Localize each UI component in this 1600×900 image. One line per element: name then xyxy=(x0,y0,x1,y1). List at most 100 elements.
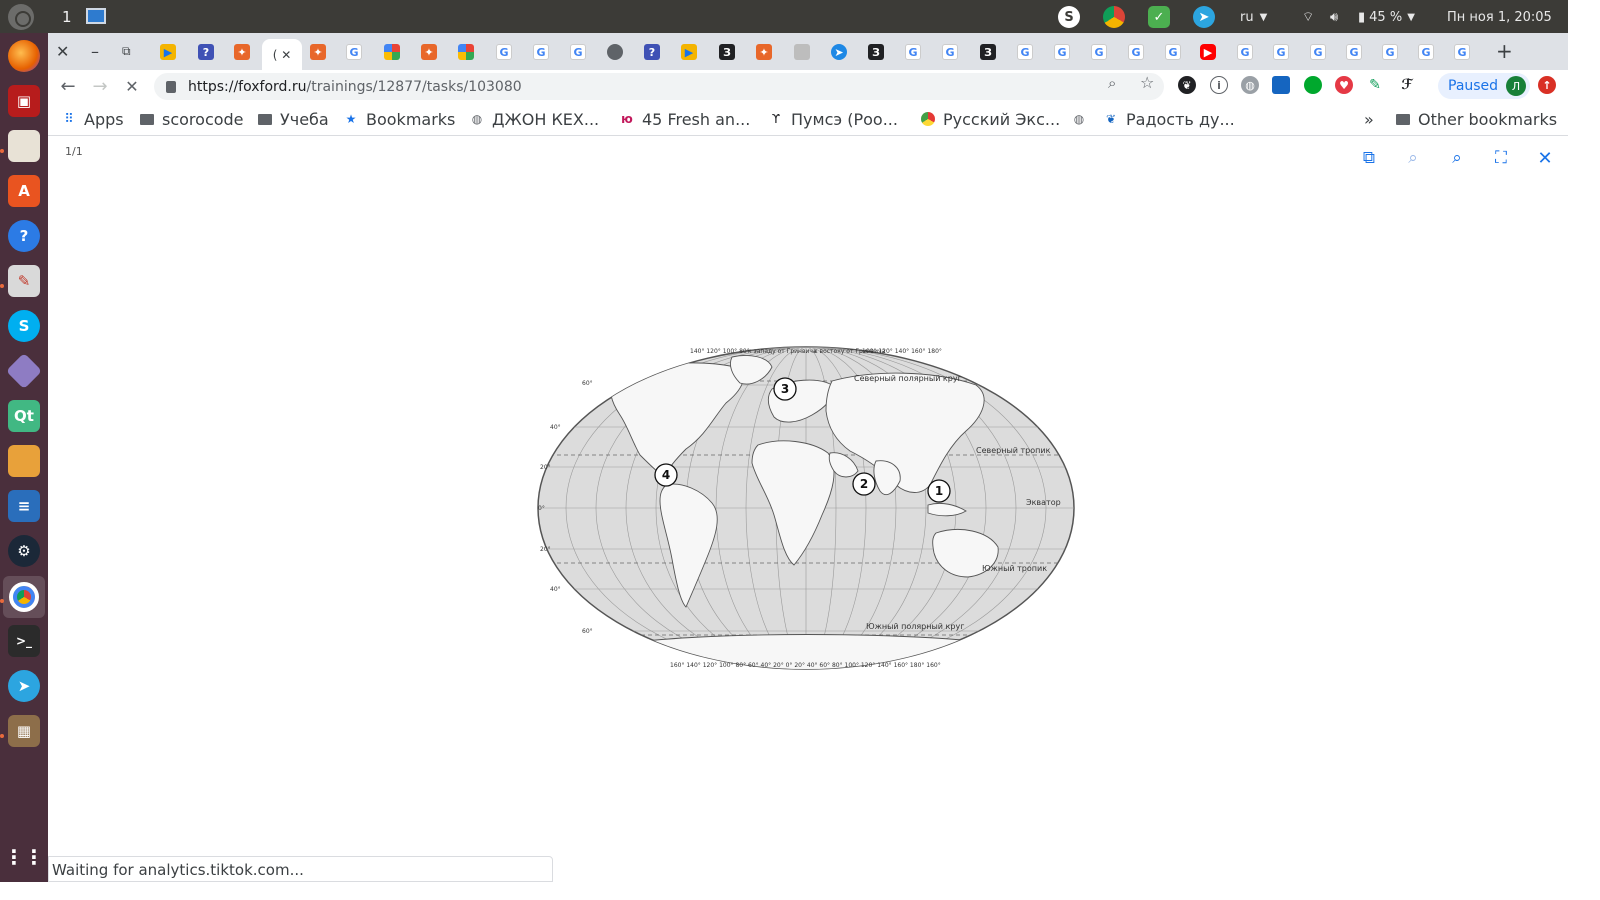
chrome-launcher-icon[interactable] xyxy=(3,576,45,618)
steam-icon[interactable]: ⚙ xyxy=(8,535,40,567)
tab[interactable]: G xyxy=(1011,39,1039,65)
tab[interactable]: ✦ xyxy=(415,39,443,65)
tab[interactable]: G xyxy=(1376,39,1404,65)
tab[interactable]: ? xyxy=(192,39,220,65)
tab[interactable]: G xyxy=(490,39,518,65)
zoom-magnifier-icon[interactable]: ⌕ xyxy=(1108,74,1116,92)
files-icon[interactable] xyxy=(8,130,40,162)
telegram-icon[interactable]: ➤ xyxy=(8,670,40,702)
tab[interactable] xyxy=(601,39,629,65)
tab[interactable]: G xyxy=(936,39,964,65)
clock[interactable]: Пн ноя 1, 20:05 xyxy=(1447,6,1552,28)
tab[interactable]: G xyxy=(1340,39,1368,65)
tab[interactable] xyxy=(378,39,406,65)
tab[interactable]: G xyxy=(1448,39,1476,65)
tab[interactable] xyxy=(452,39,480,65)
tab[interactable]: ✦ xyxy=(304,39,332,65)
close-icon[interactable]: ✕ xyxy=(1534,147,1556,169)
terminal-icon[interactable]: >_ xyxy=(8,625,40,657)
bookmark-link[interactable]: ❦ Радость ду... xyxy=(1104,109,1235,129)
close-window-icon[interactable]: ✕ xyxy=(56,42,69,61)
skype-tray-icon[interactable]: S xyxy=(1058,6,1080,28)
tab[interactable]: G xyxy=(1159,39,1187,65)
telegram-tray-icon[interactable]: ➤ xyxy=(1193,6,1215,28)
bookmark-other-folder[interactable]: Other bookmarks xyxy=(1396,109,1557,129)
address-bar[interactable]: https://foxford.ru/trainings/12877/tasks… xyxy=(154,73,1164,100)
tab[interactable]: G xyxy=(1231,39,1259,65)
bookmark-star-icon[interactable]: ☆ xyxy=(1140,73,1154,92)
restore-window-icon[interactable]: ⧉ xyxy=(122,44,131,59)
tab[interactable]: G xyxy=(527,39,555,65)
update-icon[interactable]: ↑ xyxy=(1538,76,1556,94)
tab[interactable]: ▶ xyxy=(675,39,703,65)
extension-icon[interactable]: ❦ xyxy=(1178,76,1196,94)
volume-icon[interactable]: 🔊︎ xyxy=(1330,6,1338,28)
workspace-icon[interactable] xyxy=(86,8,106,24)
bookmark-link[interactable]: ◍ xyxy=(1072,109,1094,129)
zoom-out-icon[interactable]: ⌕ xyxy=(1402,147,1424,169)
forward-button[interactable]: → xyxy=(88,74,112,98)
battery-indicator[interactable]: ▮ 45 % ▼ xyxy=(1358,6,1415,28)
globe-extension-icon[interactable]: ◍ xyxy=(1241,76,1259,94)
tab[interactable]: G xyxy=(1048,39,1076,65)
firefox-icon[interactable] xyxy=(8,40,40,72)
tab[interactable]: З xyxy=(713,39,741,65)
copy-icon[interactable]: ⧉ xyxy=(1358,147,1380,169)
screen-recorder-icon[interactable]: ▣ xyxy=(8,85,40,117)
bookmark-link[interactable]: ю 45 Fresh an... xyxy=(620,109,750,129)
tab[interactable]: ? xyxy=(638,39,666,65)
tab[interactable]: G xyxy=(1085,39,1113,65)
tab[interactable]: З xyxy=(974,39,1002,65)
fullscreen-icon[interactable]: ⛶ xyxy=(1490,147,1512,169)
software-center-icon[interactable]: A xyxy=(8,175,40,207)
tab[interactable]: ✦ xyxy=(750,39,778,65)
profile-paused-button[interactable]: Paused Л xyxy=(1438,73,1530,99)
tab-active[interactable]: ( ✕ xyxy=(262,39,302,70)
new-tab-icon[interactable]: + xyxy=(1496,39,1513,63)
tab[interactable]: G xyxy=(899,39,927,65)
tab[interactable]: ➤ xyxy=(825,39,853,65)
check-tray-icon[interactable]: ✓ xyxy=(1148,6,1170,28)
pocket-icon[interactable]: ♥ xyxy=(1335,76,1353,94)
back-button[interactable]: ← xyxy=(56,74,80,98)
tab[interactable]: ▶ xyxy=(1194,39,1222,65)
tab[interactable]: ▶ xyxy=(154,39,182,65)
bookmark-folder[interactable]: Учеба xyxy=(258,109,329,129)
help-icon[interactable]: ? xyxy=(8,220,40,252)
extension-icon[interactable]: i xyxy=(1210,76,1228,94)
tab[interactable]: G xyxy=(340,39,368,65)
bookmark-link[interactable]: ϒ Пумсэ (Роо... xyxy=(769,109,898,129)
writer-icon[interactable]: ≡ xyxy=(8,490,40,522)
tab[interactable]: G xyxy=(564,39,592,65)
stop-loading-button[interactable]: ✕ xyxy=(120,74,144,98)
tab[interactable]: G xyxy=(1304,39,1332,65)
bookmarks-overflow-button[interactable]: » xyxy=(1364,109,1374,129)
extension-icon[interactable] xyxy=(1272,76,1290,94)
diamond-app-icon[interactable] xyxy=(5,352,43,390)
keyboard-layout-indicator[interactable]: ru ▼ xyxy=(1240,6,1267,28)
bookmark-link[interactable]: ◍ ДЖОН КЕХ... xyxy=(470,109,599,129)
tab[interactable]: ✦ xyxy=(228,39,256,65)
tab[interactable]: З xyxy=(862,39,890,65)
translate-extension-icon[interactable]: ℱ xyxy=(1398,76,1416,94)
chrome-tray-icon[interactable] xyxy=(1103,6,1125,28)
show-apps-icon[interactable]: ⋮⋮ xyxy=(4,841,44,873)
zoom-in-icon[interactable]: ⌕ xyxy=(1446,147,1468,169)
wifi-icon[interactable]: ⌔ xyxy=(1302,6,1314,28)
bookmark-link[interactable]: Русский Экс... xyxy=(921,109,1060,129)
extension-icon[interactable]: ✎ xyxy=(1366,76,1384,94)
tab[interactable] xyxy=(788,39,816,65)
ubuntu-logo-icon[interactable] xyxy=(8,4,34,30)
bookmark-apps[interactable]: ⠿ Apps xyxy=(62,109,123,129)
url-text[interactable]: https://foxford.ru/trainings/12877/tasks… xyxy=(188,79,522,95)
image-viewer-icon[interactable] xyxy=(8,445,40,477)
tab[interactable]: G xyxy=(1267,39,1295,65)
bookmark-folder[interactable]: scorocode xyxy=(140,109,244,129)
tab[interactable]: G xyxy=(1412,39,1440,65)
tab[interactable]: G xyxy=(1122,39,1150,65)
archive-icon[interactable]: ▦ xyxy=(8,715,40,747)
qt-creator-icon[interactable]: Qt xyxy=(8,400,40,432)
skype-icon[interactable]: S xyxy=(8,310,40,342)
minimize-window-icon[interactable]: – xyxy=(91,42,99,61)
bookmark-folder[interactable]: ★ Bookmarks xyxy=(344,109,456,129)
